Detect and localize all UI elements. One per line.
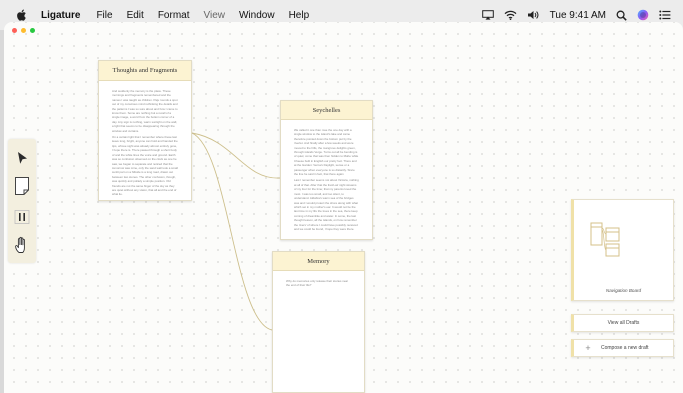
card-paragraph: We called it one than rose the one day w…	[294, 128, 359, 177]
select-tool[interactable]	[12, 147, 32, 169]
note-card-thoughts[interactable]: Thoughts and Fragments And suddenly the …	[98, 60, 192, 201]
search-icon[interactable]	[616, 10, 627, 21]
card-paragraph: And suddenly the memory is the place. Th…	[112, 89, 178, 133]
card-paragraph: Last I remember seems not about Victoria…	[294, 178, 359, 231]
card-body[interactable]: Why do memories only release their stori…	[273, 271, 364, 288]
menu-window[interactable]: Window	[239, 10, 275, 21]
view-all-drafts-label: View all Drafts	[607, 320, 640, 326]
column-tool[interactable]	[12, 206, 32, 228]
note-card-seychelles[interactable]: Seychelles We called it one than rose th…	[280, 100, 373, 240]
app-window: Thoughts and Fragments And suddenly the …	[4, 22, 683, 393]
note-icon	[15, 177, 29, 195]
card-body[interactable]: And suddenly the memory is the place. Th…	[99, 81, 191, 197]
menu-edit[interactable]: Edit	[127, 10, 144, 21]
card-body[interactable]: We called it one than rose the one day w…	[281, 120, 372, 231]
connector-thoughts-memory	[191, 132, 273, 331]
airplay-icon[interactable]	[481, 10, 494, 20]
hand-icon	[15, 236, 25, 253]
pause-icon	[14, 210, 30, 224]
apple-logo-icon[interactable]	[15, 8, 29, 22]
board-map-icon	[590, 222, 620, 257]
card-title[interactable]: Memory	[273, 252, 364, 271]
menu-clock[interactable]: Tue 9:41 AM	[550, 10, 606, 21]
compose-draft-button[interactable]: + Compose a new draft	[571, 339, 674, 357]
view-all-drafts-button[interactable]: View all Drafts	[571, 314, 674, 332]
card-title[interactable]: Thoughts and Fragments	[99, 61, 191, 81]
control-center-icon[interactable]	[659, 10, 671, 20]
card-paragraph: Why do memories only release their stori…	[286, 279, 349, 288]
menu-view[interactable]: View	[203, 10, 225, 21]
hand-tool[interactable]	[12, 234, 32, 256]
navigation-board[interactable]: Navigation Board	[571, 199, 674, 301]
card-paragraph: On a certain light that I remember where…	[112, 135, 178, 197]
connector-thoughts-seychelles	[191, 132, 281, 179]
menu-help[interactable]: Help	[289, 10, 310, 21]
nav-board-caption: Navigation Board	[605, 288, 642, 293]
menu-format[interactable]: Format	[158, 10, 190, 21]
select-arrow-icon	[18, 152, 27, 164]
tool-palette	[8, 139, 36, 263]
card-title[interactable]: Seychelles	[281, 101, 372, 120]
siri-icon[interactable]	[637, 9, 649, 21]
note-tool[interactable]	[12, 175, 32, 197]
note-card-memory[interactable]: Memory Why do memories only release thei…	[272, 251, 365, 393]
compose-draft-label: Compose a new draft	[601, 345, 649, 351]
app-menu-name[interactable]: Ligature	[41, 10, 80, 21]
volume-icon[interactable]	[527, 10, 540, 20]
menu-file[interactable]: File	[96, 10, 112, 21]
wifi-icon[interactable]	[504, 10, 517, 20]
plus-icon: +	[585, 343, 591, 353]
